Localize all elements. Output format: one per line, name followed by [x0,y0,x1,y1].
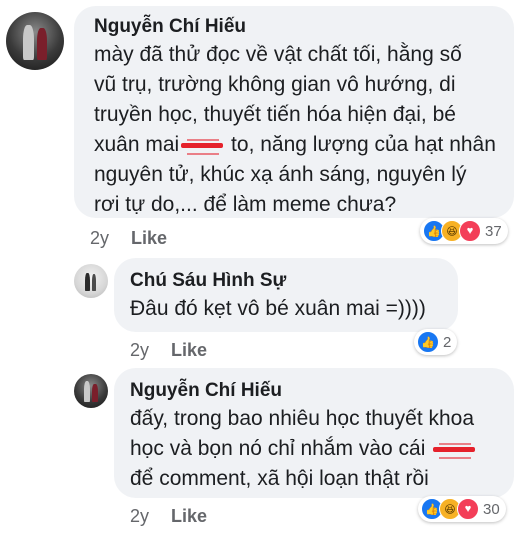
reaction-count: 37 [485,222,502,240]
comment-time[interactable]: 2y [130,340,149,360]
comment-text: đấy, trong bao nhiêu học thuyết khoa học… [130,404,477,494]
reactions-summary[interactable]: 👍 😆 ♥ 37 [420,218,508,244]
comment-time[interactable]: 2y [90,228,109,248]
censored-word [431,441,477,460]
reaction-count: 2 [443,333,452,351]
avatar[interactable] [74,374,108,408]
like-button[interactable]: Like [171,506,207,526]
like-icon: 👍 [417,331,439,353]
reactions-summary[interactable]: 👍 😆 ♥ 30 [418,496,506,522]
like-button[interactable]: Like [131,228,167,248]
love-icon: ♥ [459,220,481,242]
comment-author[interactable]: Nguyễn Chí Hiếu [130,380,282,402]
like-button[interactable]: Like [171,340,207,360]
love-icon: ♥ [457,498,479,520]
comment-author[interactable]: Chú Sáu Hình Sự [130,270,286,292]
comment-meta: 2y Like [90,228,167,249]
censored-word [179,137,225,156]
comment-meta: 2y Like [130,340,207,361]
reaction-count: 30 [483,500,500,518]
reactions-summary[interactable]: 👍 2 [414,329,458,355]
avatar[interactable] [74,264,108,298]
avatar[interactable] [6,12,64,70]
comment-time[interactable]: 2y [130,506,149,526]
comment-text: Đâu đó kẹt vô bé xuân mai =)))) [130,297,426,320]
comment-meta: 2y Like [130,506,207,527]
comment-text: mày đã thử đọc về vật chất tối, hằng số … [94,43,496,216]
comment-author[interactable]: Nguyễn Chí Hiếu [94,16,246,38]
